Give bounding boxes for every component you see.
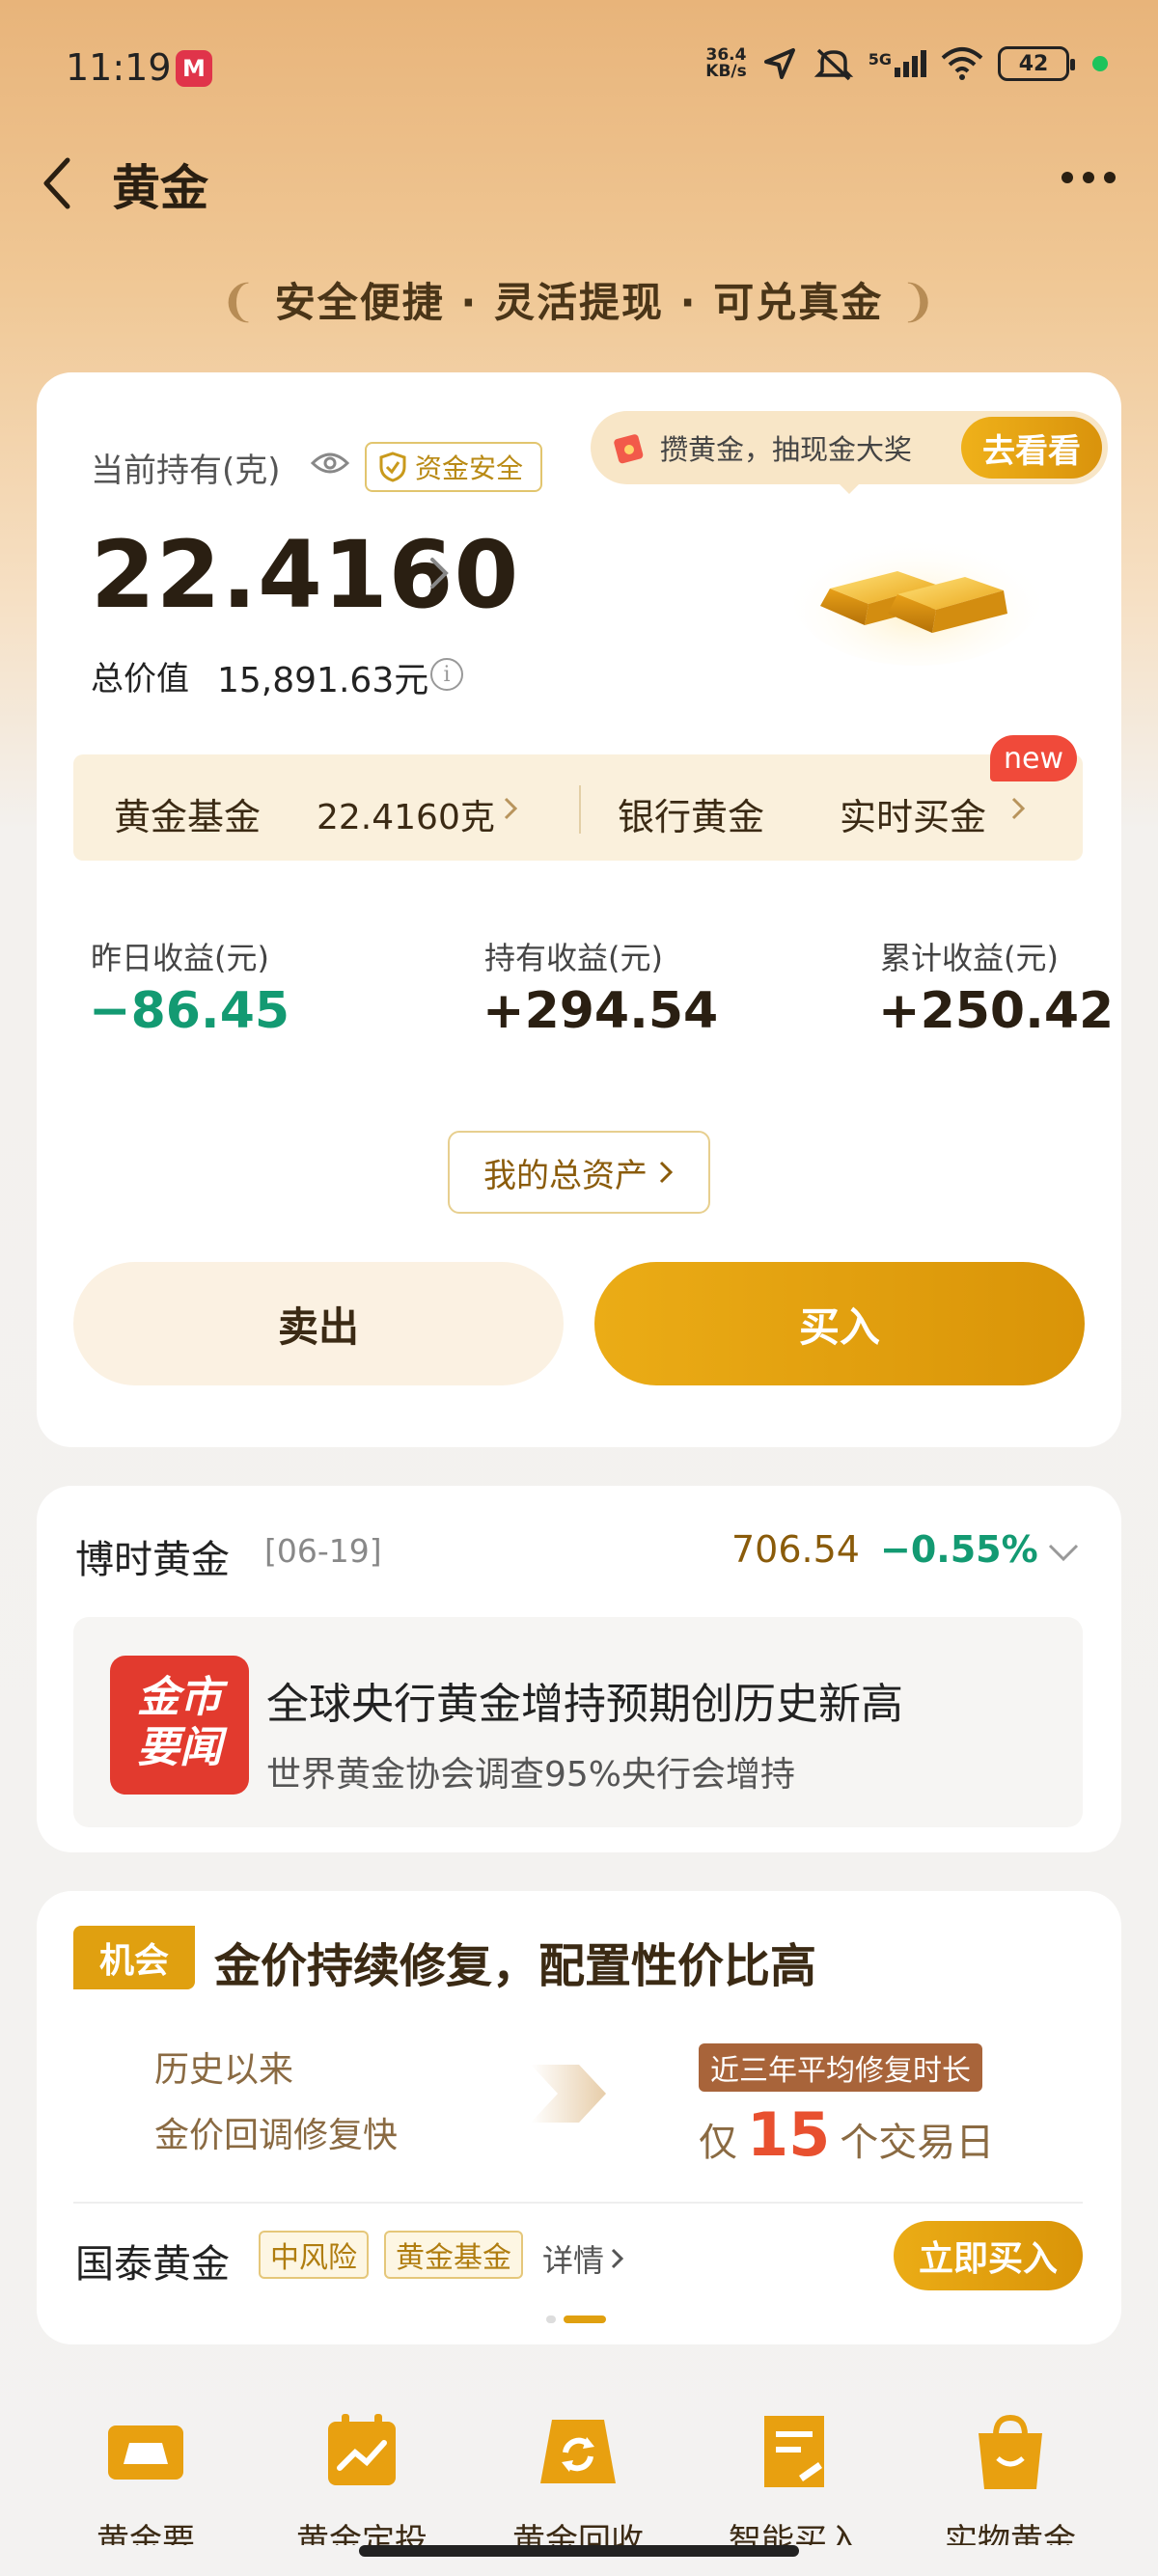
holding-amount[interactable]: 22.4160 <box>91 521 519 629</box>
bank-gold-label[interactable]: 银行黄金 <box>618 787 764 840</box>
mute-icon <box>813 48 853 81</box>
gold-fund-label[interactable]: 黄金基金 <box>114 787 261 840</box>
location-icon <box>763 48 795 79</box>
avg-recovery-tag: 近三年平均修复时长 <box>699 2043 982 2092</box>
info-icon[interactable]: i <box>430 658 463 691</box>
holding-income-label: 持有收益(元) <box>484 940 663 976</box>
total-value: 15,891.63元 <box>217 661 429 700</box>
chevron-right-icon <box>659 1161 674 1184</box>
quote-date: [06-19] <box>264 1532 382 1570</box>
buy-button[interactable]: 买入 <box>594 1262 1085 1385</box>
market-news-icon: 金市 要闻 <box>110 1656 249 1795</box>
nav-gold-recycle[interactable]: 黄金回收 <box>512 2408 644 2545</box>
my-total-assets-button[interactable]: 我的总资产 <box>448 1131 710 1214</box>
chevron-down-icon[interactable] <box>1044 1540 1083 1565</box>
status-icons: 36.4 KB/s 5G 42 <box>705 44 1108 83</box>
cumulative-income-value: +250.42 <box>878 982 1115 1040</box>
net-speed: 36.4 KB/s <box>705 45 747 81</box>
eye-icon[interactable] <box>311 450 349 477</box>
page-title: 黄金 <box>112 160 208 216</box>
wifi-icon <box>941 47 983 80</box>
status-time: 11:19 <box>66 46 172 89</box>
yesterday-income-label: 昨日收益(元) <box>91 940 269 976</box>
slogan: ❨ 安全便捷 · 灵活提现 · 可兑真金 ❩ <box>219 275 939 327</box>
smart-doc-icon <box>764 2416 824 2487</box>
red-envelope-icon <box>614 434 644 464</box>
chevron-right-icon[interactable] <box>500 791 521 826</box>
nav-smart-buy[interactable]: 智能买入 <box>729 2408 860 2545</box>
shield-icon <box>379 452 406 482</box>
carousel-indicator <box>546 2316 606 2323</box>
recommended-fund-name[interactable]: 国泰黄金 <box>75 2233 230 2288</box>
arrow-right-icon <box>531 2065 606 2123</box>
news-subtitle: 世界黄金协会调查95%央行会增持 <box>266 1755 796 1795</box>
promo-banner[interactable]: 攒黄金，抽现金大奖 去看看 <box>591 411 1108 484</box>
details-link[interactable]: 详情 <box>542 2236 625 2281</box>
sell-button[interactable]: 卖出 <box>73 1262 564 1385</box>
back-arrow-icon[interactable] <box>35 154 83 212</box>
gold-ingot-icon <box>108 2425 183 2480</box>
chevron-right-icon <box>611 2248 624 2269</box>
calendar-chart-icon <box>328 2414 396 2485</box>
buy-now-button[interactable]: 立即买入 <box>894 2221 1083 2290</box>
promo-go-button[interactable]: 去看看 <box>961 417 1102 479</box>
cell-signal-icon: 5G <box>868 50 926 77</box>
battery-indicator: 42 <box>998 46 1075 81</box>
home-indicator[interactable] <box>359 2545 799 2557</box>
avg-recovery-value: 仅 15 个交易日 <box>699 2099 995 2170</box>
nav-gold-ticket[interactable]: 黄金要 <box>83 2408 208 2545</box>
history-line-1: 历史以来 <box>154 2050 294 2090</box>
app-notification-icon: M <box>176 50 212 87</box>
shopping-bag-icon <box>979 2414 1042 2489</box>
risk-tag: 中风险 <box>259 2231 369 2279</box>
quote-price: 706.54 <box>731 1528 860 1571</box>
quote-change: −0.55% <box>880 1528 1038 1571</box>
new-badge: new <box>990 735 1077 781</box>
gold-bars-illustration <box>793 531 1040 666</box>
holding-label: 当前持有(克) <box>91 452 281 490</box>
realtime-buy-link[interactable]: 实时买金 <box>840 787 986 840</box>
gold-fund-grams[interactable]: 22.4160克 <box>317 789 495 839</box>
history-line-2: 金价回调修复快 <box>154 2116 399 2155</box>
fund-safe-badge[interactable]: 资金安全 <box>365 442 543 492</box>
opportunity-tag: 机会 <box>73 1926 195 1989</box>
quote-fund-name[interactable]: 博时黄金 <box>75 1528 230 1584</box>
more-menu-icon[interactable] <box>1062 172 1116 183</box>
chevron-right-icon[interactable] <box>1007 791 1029 826</box>
chevron-right-icon[interactable] <box>427 550 454 596</box>
laurel-left-icon: ❨ <box>219 275 275 327</box>
cumulative-income-label: 累计收益(元) <box>880 940 1059 976</box>
yesterday-income-value: −86.45 <box>89 982 290 1040</box>
privacy-dot <box>1092 56 1108 71</box>
recycle-icon <box>540 2420 616 2483</box>
nav-physical-gold[interactable]: 实物黄金 <box>945 2408 1076 2545</box>
opportunity-title: 金价持续修复，配置性价比高 <box>214 1939 817 1993</box>
holding-income-value: +294.54 <box>482 982 719 1040</box>
nav-gold-auto-invest[interactable]: 黄金定投 <box>296 2408 427 2545</box>
total-value-label: 总价值 <box>91 660 189 699</box>
laurel-right-icon: ❩ <box>883 275 939 327</box>
fund-type-tag: 黄金基金 <box>384 2231 523 2279</box>
news-title[interactable]: 全球央行黄金增持预期创历史新高 <box>266 1669 903 1731</box>
